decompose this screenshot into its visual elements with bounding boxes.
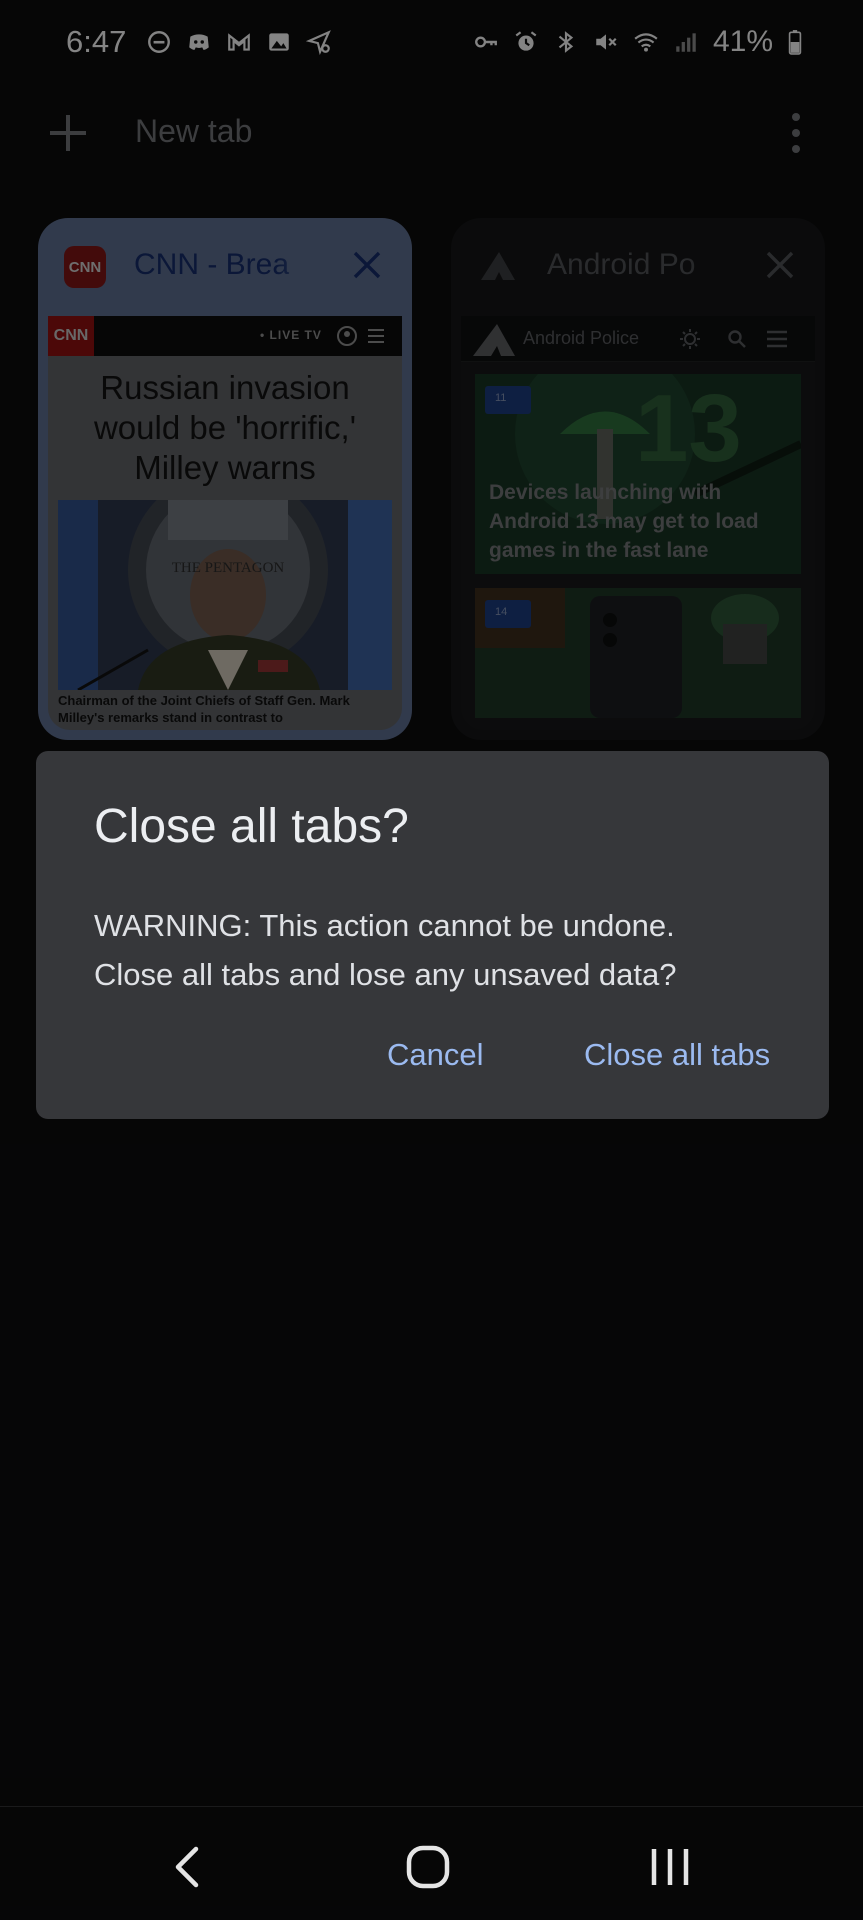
dialog-title: Close all tabs?: [94, 800, 409, 853]
cancel-button[interactable]: Cancel: [387, 1037, 484, 1073]
back-icon[interactable]: [158, 1837, 218, 1897]
system-navigation-bar: [0, 1806, 863, 1920]
dialog-question-line: Close all tabs and lose any unsaved data…: [94, 957, 677, 992]
close-all-tabs-button[interactable]: Close all tabs: [584, 1037, 770, 1073]
dialog-message: WARNING: This action cannot be undone. C…: [94, 901, 794, 999]
home-icon[interactable]: [398, 1837, 458, 1897]
close-all-tabs-dialog: Close all tabs? WARNING: This action can…: [36, 751, 829, 1119]
recent-apps-icon[interactable]: [640, 1837, 700, 1897]
dialog-warning-line: WARNING: This action cannot be undone.: [94, 908, 675, 943]
